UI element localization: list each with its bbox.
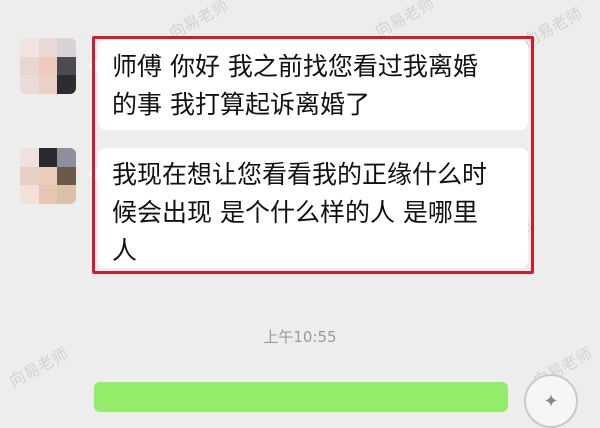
contact-avatar[interactable] xyxy=(20,148,76,204)
seal-icon: ✦ xyxy=(543,390,559,412)
message-timestamp: 上午10:55 xyxy=(263,328,337,346)
highlight-box xyxy=(92,36,534,274)
watermark: 向易老师 xyxy=(5,343,72,391)
contact-avatar[interactable] xyxy=(20,38,76,94)
sent-message-bubble[interactable] xyxy=(94,382,508,412)
seal-avatar[interactable]: ✦ xyxy=(524,374,578,428)
